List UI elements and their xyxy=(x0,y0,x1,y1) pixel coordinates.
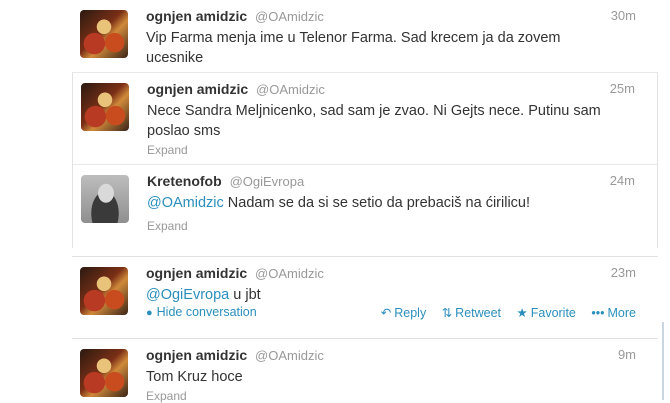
tweet-item[interactable]: ognjen amidzic @OAmidzic 30m Vip Farma m… xyxy=(72,0,658,72)
more-icon: ••• xyxy=(591,306,605,320)
more-button[interactable]: ••• More xyxy=(591,306,636,320)
expand-link[interactable]: Expand xyxy=(147,219,188,233)
timestamp[interactable]: 9m xyxy=(618,347,636,362)
user-handle[interactable]: @OAmidzic xyxy=(256,82,325,97)
retweet-button[interactable]: ⇅ Retweet xyxy=(442,306,501,320)
hide-conversation-label: Hide conversation xyxy=(156,305,257,319)
avatar[interactable] xyxy=(81,83,129,131)
retweet-label: Retweet xyxy=(455,306,502,320)
more-label: More xyxy=(607,306,636,320)
tweet-text: @OAmidzic Nadam se da si se setio da pre… xyxy=(147,193,607,213)
expand-link[interactable]: Expand xyxy=(146,389,187,403)
tweet-item[interactable]: ognjen amidzic @OAmidzic 9m Tom Kruz hoc… xyxy=(72,338,658,403)
timestamp[interactable]: 25m xyxy=(610,81,635,96)
user-fullname[interactable]: ognjen amidzic xyxy=(146,265,247,281)
avatar[interactable] xyxy=(81,175,129,223)
timestamp[interactable]: 30m xyxy=(611,8,636,23)
tweet-actions: ↶ Reply ⇅ Retweet ★ Favorite ••• More xyxy=(369,305,636,320)
user-fullname[interactable]: Kretenofob xyxy=(147,173,222,189)
tweet-text: Tom Kruz hoce xyxy=(146,369,243,385)
hide-conversation-link[interactable]: ● Hide conversation xyxy=(146,305,257,319)
user-handle[interactable]: @OAmidzic xyxy=(255,266,324,281)
user-fullname[interactable]: ognjen amidzic xyxy=(146,8,247,24)
mention-link[interactable]: @OAmidzic xyxy=(147,195,224,211)
tweet-header: ognjen amidzic @OAmidzic xyxy=(146,347,324,363)
reply-label: Reply xyxy=(394,306,427,320)
avatar[interactable] xyxy=(80,10,128,58)
tweet-header: ognjen amidzic @OAmidzic xyxy=(147,81,325,97)
tweet-text-body: u jbt xyxy=(229,287,261,303)
timestamp[interactable]: 23m xyxy=(611,265,636,280)
favorite-label: Favorite xyxy=(530,306,576,320)
speech-bubble-icon: ● xyxy=(146,307,153,319)
tweet-item[interactable]: ognjen amidzic @OAmidzic 23m @OgiEvropa … xyxy=(72,256,658,330)
conversation-thread-line xyxy=(662,322,664,400)
retweet-icon: ⇅ xyxy=(441,306,453,320)
user-fullname[interactable]: ognjen amidzic xyxy=(146,347,247,363)
reply-icon: ↶ xyxy=(380,306,392,320)
tweet-text: Nece Sandra Meljnicenko, sad sam je zvao… xyxy=(147,103,601,139)
favorite-button[interactable]: ★ Favorite xyxy=(517,306,576,320)
tweet-item[interactable]: Kretenofob @OgiEvropa 24m @OAmidzic Nada… xyxy=(72,164,658,248)
reply-button[interactable]: ↶ Reply xyxy=(381,306,426,320)
tweet-item[interactable]: ognjen amidzic @OAmidzic 25m Nece Sandra… xyxy=(72,72,658,164)
star-icon: ★ xyxy=(516,306,528,320)
tweet-header: Kretenofob @OgiEvropa xyxy=(147,173,304,189)
tweet-text: Vip Farma menja ime u Telenor Farma. Sad… xyxy=(146,30,561,66)
user-handle[interactable]: @OAmidzic xyxy=(255,9,324,24)
expand-link[interactable]: Expand xyxy=(147,143,188,157)
mention-link[interactable]: @OgiEvropa xyxy=(146,287,229,303)
tweet-text: @OgiEvropa u jbt xyxy=(146,285,606,305)
tweet-header: ognjen amidzic @OAmidzic xyxy=(146,8,324,24)
user-handle[interactable]: @OAmidzic xyxy=(255,348,324,363)
tweet-text-body: Nadam se da si se setio da prebaciš na ć… xyxy=(223,195,531,211)
user-fullname[interactable]: ognjen amidzic xyxy=(147,81,248,97)
tweet-header: ognjen amidzic @OAmidzic xyxy=(146,265,324,281)
timestamp[interactable]: 24m xyxy=(610,173,635,188)
avatar[interactable] xyxy=(80,349,128,397)
user-handle[interactable]: @OgiEvropa xyxy=(230,174,305,189)
avatar[interactable] xyxy=(80,267,128,315)
